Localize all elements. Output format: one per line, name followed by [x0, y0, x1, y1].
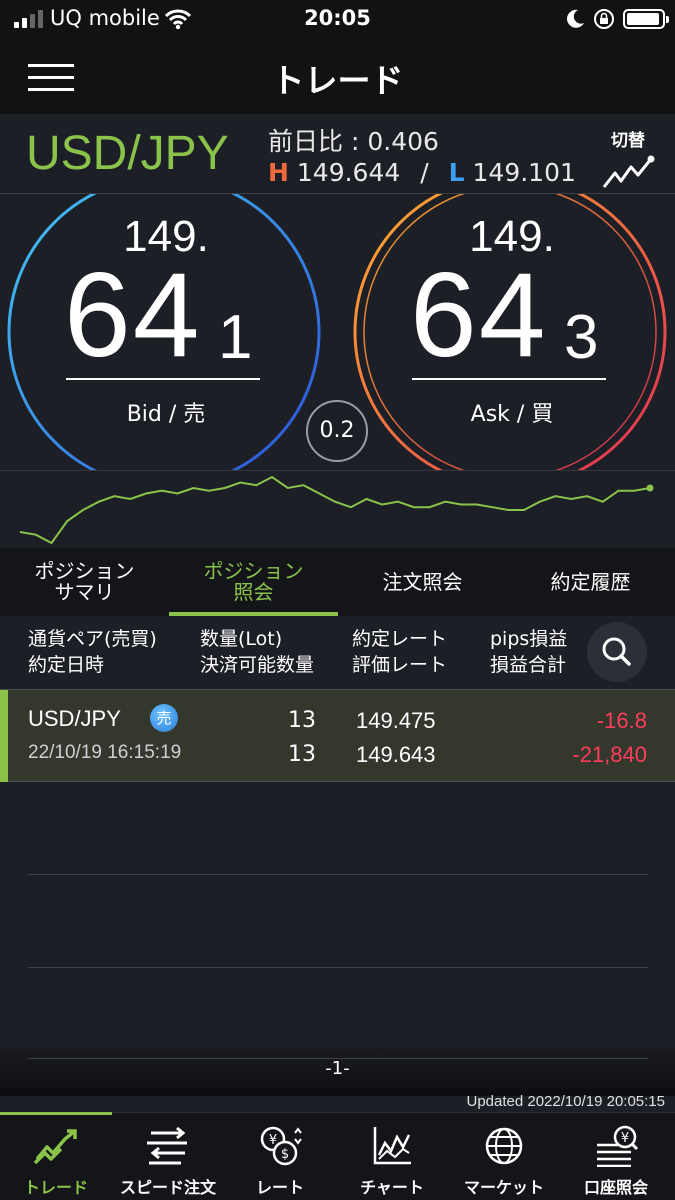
tab-position-inquiry[interactable]: ポジション 照会 [169, 548, 338, 616]
prev-diff-label: 前日比 [268, 127, 344, 156]
updated-timestamp: Updated 2022/10/19 20:05:15 [466, 1093, 665, 1110]
tab-label: 注文照会 [382, 569, 463, 594]
row-quantity: 13 [288, 708, 316, 733]
bottom-nav-label: チャート [360, 1178, 424, 1197]
col-pair-datetime: 通貨ペア(売買) 約定日時 [28, 628, 157, 676]
prev-day-diff: 前日比 : 0.406 [268, 127, 439, 156]
rate-yen-dollar-icon: ¥ $ [260, 1126, 302, 1166]
spread-badge: 0.2 [306, 400, 368, 462]
row-pips: -16.8 [596, 708, 647, 733]
bottom-nav-chart[interactable]: チャート [336, 1113, 448, 1200]
ask-price-frac: 3 [564, 303, 599, 372]
switch-label: 切替 [611, 131, 645, 151]
bottom-nav-market[interactable]: マーケット [448, 1113, 560, 1200]
bottom-nav-label: トレード [23, 1178, 88, 1197]
divider [28, 874, 648, 875]
moon-icon [567, 9, 584, 28]
tab-position-summary[interactable]: ポジション サマリ [0, 548, 169, 616]
battery-icon [623, 9, 669, 29]
row-exec-rate: 149.475 [356, 708, 436, 733]
pair-header: USD/JPY 前日比 : 0.406 H 149.644 / L 149.10… [0, 114, 675, 194]
high-value: 149.644 [296, 158, 401, 187]
row-available-quantity: 13 [288, 742, 316, 767]
ask-price-pips: 64 [410, 248, 548, 382]
high-label: H [268, 158, 289, 187]
bid-divider [66, 378, 260, 380]
high-low-row: H 149.644 / L 149.101 [268, 158, 576, 187]
col-quantity: 数量(Lot) 決済可能数量 [200, 628, 315, 676]
speed-order-icon [147, 1126, 187, 1165]
bid-label: Bid / 売 [126, 402, 206, 427]
bottom-nav-label: マーケット [463, 1178, 544, 1197]
col-profit: pips損益 損益合計 [490, 628, 568, 676]
account-yen-icon: ¥ [597, 1125, 639, 1167]
bottom-nav-trade[interactable]: トレード [0, 1112, 112, 1200]
row-datetime: 22/10/19 16:15:19 [28, 742, 182, 763]
bottom-nav-speed-order[interactable]: スピード注文 [112, 1113, 224, 1200]
currency-pair-name: USD/JPY [26, 127, 229, 180]
rotation-lock-icon [594, 9, 614, 29]
trend-line-icon [602, 155, 655, 188]
bid-price-frac: 1 [218, 303, 253, 372]
divider [28, 967, 648, 968]
tab-label: ポジション サマリ [34, 559, 135, 604]
nav-bar: トレード [0, 40, 675, 114]
bottom-nav-label: レート [255, 1178, 304, 1197]
page-title: トレード [271, 61, 404, 100]
svg-text:$: $ [281, 1147, 289, 1162]
tab-label: 約定履歴 [550, 569, 631, 594]
bottom-nav-label: 口座照会 [583, 1178, 648, 1197]
col-rate: 約定レート 評価レート [352, 628, 448, 676]
search-icon [602, 637, 631, 666]
switch-pair-button[interactable]: 切替 [598, 126, 658, 190]
low-label: L [448, 158, 465, 187]
ask-price-button[interactable]: 149. 64 3 Ask / 買 [352, 194, 672, 470]
hl-separator: / [420, 158, 429, 187]
bottom-nav-rate[interactable]: ¥ $ レート [224, 1113, 336, 1200]
status-bar: UQ mobile 20:05 [0, 0, 675, 40]
ask-label: Ask / 買 [470, 402, 554, 427]
row-profit-loss: -21,840 [572, 742, 647, 767]
search-button[interactable] [587, 622, 647, 682]
mini-chart-svg [19, 475, 654, 545]
chart-series-line [19, 475, 651, 545]
svg-text:¥: ¥ [621, 1131, 629, 1146]
position-tabs: ポジション サマリ ポジション 照会 注文照会 約定履歴 [0, 548, 675, 616]
row-accent-bar [0, 690, 8, 782]
bottom-nav-label: スピード注文 [119, 1178, 216, 1197]
tab-execution-history[interactable]: 約定履歴 [506, 548, 675, 616]
table-row[interactable]: USD/JPY 売 22/10/19 16:15:19 13 13 149.47… [0, 690, 675, 782]
ask-divider [412, 378, 606, 380]
row-eval-rate: 149.643 [356, 742, 436, 767]
bottom-nav: トレード スピード注文 ¥ $ レート チャート マーケット ¥ 口座照会 [0, 1112, 675, 1200]
chart-last-point [646, 484, 654, 492]
chart-icon [373, 1127, 411, 1165]
bid-price-pips: 64 [64, 248, 202, 382]
tab-label: ポジション 照会 [203, 559, 304, 604]
row-pair: USD/JPY [28, 706, 121, 731]
page-number: -1- [325, 1058, 350, 1079]
table-header: 通貨ペア(売買) 約定日時 数量(Lot) 決済可能数量 約定レート 評価レート… [0, 616, 675, 690]
globe-icon [485, 1127, 523, 1165]
low-value: 149.101 [472, 158, 576, 187]
sell-badge: 売 [150, 704, 178, 732]
tab-order-inquiry[interactable]: 注文照会 [338, 548, 507, 616]
prev-diff-value: 0.406 [367, 127, 439, 156]
mini-rate-chart [0, 470, 675, 548]
bottom-nav-account[interactable]: ¥ 口座照会 [560, 1113, 672, 1200]
bid-price-button[interactable]: 149. 64 1 Bid / 売 [6, 194, 326, 470]
trade-chart-icon [33, 1129, 77, 1165]
